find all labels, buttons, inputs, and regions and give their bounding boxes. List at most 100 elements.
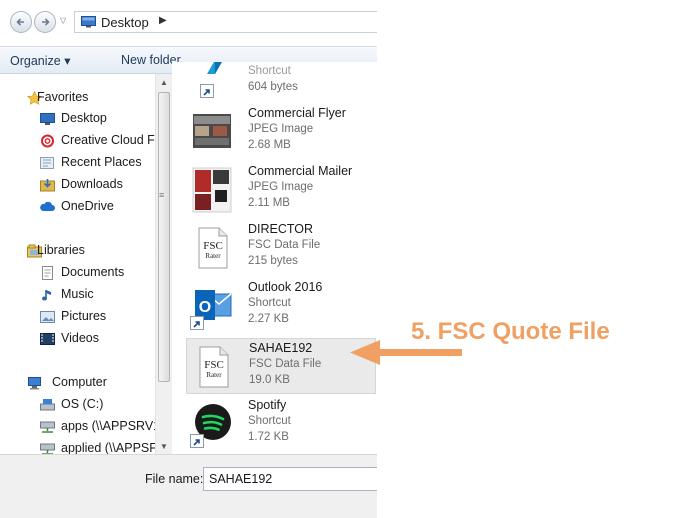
nav-desktop[interactable]: Desktop bbox=[0, 109, 160, 129]
nav-onedrive[interactable]: OneDrive bbox=[0, 197, 160, 217]
file-name: Outlook 2016 bbox=[248, 280, 323, 294]
nav-downloads-label: Downloads bbox=[61, 177, 123, 191]
scroll-down-icon[interactable]: ▼ bbox=[160, 442, 168, 451]
shortcut-arrow-icon bbox=[190, 316, 204, 330]
fsc-rater-file-icon: FSC Rater bbox=[199, 346, 229, 388]
svg-text:FSC: FSC bbox=[203, 240, 223, 252]
file-item-director[interactable]: FSC Rater DIRECTOR FSC Data File 215 byt… bbox=[186, 220, 376, 276]
file-type: Shortcut bbox=[248, 65, 291, 77]
file-name-input[interactable] bbox=[203, 467, 377, 491]
creative-cloud-icon bbox=[41, 134, 54, 148]
nav-creative-cloud-label: Creative Cloud Fi bbox=[61, 133, 158, 147]
file-size: 2.27 KB bbox=[248, 313, 289, 325]
documents-icon bbox=[42, 266, 53, 280]
svg-text:O: O bbox=[199, 299, 211, 316]
file-name: Spotify bbox=[248, 398, 287, 412]
desktop-icon bbox=[40, 113, 55, 125]
scrollbar-grip-icon: ≡ bbox=[159, 190, 165, 200]
nav-recent-places-label: Recent Places bbox=[61, 155, 142, 169]
file-type: FSC Data File bbox=[249, 358, 322, 370]
nav-creative-cloud[interactable]: Creative Cloud Fi bbox=[0, 131, 160, 151]
file-name: Commercial Flyer bbox=[248, 106, 346, 120]
svg-text:Rater: Rater bbox=[205, 252, 221, 260]
file-name-label: File name: bbox=[145, 472, 204, 486]
address-bar: ▽ Desktop ▶ bbox=[0, 0, 377, 46]
file-size: 604 bytes bbox=[248, 81, 298, 93]
nav-music[interactable]: Music bbox=[0, 285, 160, 305]
file-item-spotify[interactable]: Spotify Shortcut 1.72 KB bbox=[186, 396, 376, 452]
scrollbar-thumb[interactable] bbox=[158, 92, 170, 382]
back-arrow-icon bbox=[16, 18, 24, 26]
file-item-commercial-mailer[interactable]: Commercial Mailer JPEG Image 2.11 MB bbox=[186, 162, 376, 218]
breadcrumb[interactable]: Desktop ▶ bbox=[74, 11, 377, 33]
nav-pictures[interactable]: Pictures bbox=[0, 307, 160, 327]
file-type: FSC Data File bbox=[248, 239, 321, 251]
nav-os-c[interactable]: OS (C:) bbox=[0, 395, 160, 415]
file-size: 1.72 KB bbox=[248, 431, 289, 443]
organize-button[interactable]: Organize ▾ bbox=[10, 53, 70, 68]
nav-downloads[interactable]: Downloads bbox=[0, 175, 160, 195]
pictures-icon bbox=[40, 311, 55, 323]
nav-computer-label: Computer bbox=[52, 375, 107, 389]
nav-libraries[interactable]: Libraries bbox=[0, 241, 160, 261]
file-type: Shortcut bbox=[248, 297, 291, 309]
file-item-outlook-2016[interactable]: O Outlook 2016 Shortcut 2.27 KB bbox=[186, 278, 376, 334]
file-item-shortcut[interactable]: Shortcut 604 bytes bbox=[186, 62, 376, 102]
jpeg-thumbnail-icon bbox=[193, 114, 231, 148]
nav-os-c-label: OS (C:) bbox=[61, 397, 104, 411]
file-type: JPEG Image bbox=[248, 181, 314, 193]
file-size: 2.11 MB bbox=[248, 197, 290, 209]
forward-arrow-icon bbox=[42, 18, 50, 26]
drive-icon bbox=[40, 399, 55, 411]
file-type: JPEG Image bbox=[248, 123, 314, 135]
nav-videos-label: Videos bbox=[61, 331, 99, 345]
desktop-icon bbox=[81, 16, 96, 28]
file-name: Commercial Mailer bbox=[248, 164, 353, 178]
annotation-label: 5. FSC Quote File bbox=[411, 318, 610, 345]
file-size: 2.68 MB bbox=[248, 139, 291, 151]
file-name: SAHAE192 bbox=[249, 341, 313, 355]
nav-music-label: Music bbox=[61, 287, 94, 301]
computer-icon bbox=[28, 377, 41, 390]
shortcut-arrow-icon bbox=[190, 434, 204, 448]
open-file-dialog: ▽ Desktop ▶ Organize ▾ New folder Favori… bbox=[0, 0, 377, 518]
file-type: Shortcut bbox=[248, 415, 291, 427]
file-item-commercial-flyer[interactable]: Commercial Flyer JPEG Image 2.68 MB bbox=[186, 104, 376, 160]
onedrive-cloud-icon bbox=[40, 201, 55, 211]
back-button[interactable] bbox=[10, 11, 32, 33]
navigation-scrollbar[interactable]: ▲ ≡ ▼ bbox=[155, 74, 172, 454]
downloads-icon bbox=[40, 179, 55, 192]
scroll-up-icon[interactable]: ▲ bbox=[160, 78, 168, 87]
nav-apps-label: apps (\\APPSRV1 bbox=[61, 419, 160, 433]
file-name-bar: File name: bbox=[0, 454, 377, 518]
file-name: DIRECTOR bbox=[248, 222, 314, 236]
nav-favorites[interactable]: Favorites bbox=[0, 88, 160, 108]
nav-videos[interactable]: Videos bbox=[0, 329, 160, 349]
videos-icon bbox=[40, 333, 55, 345]
music-note-icon bbox=[42, 290, 51, 301]
forward-button[interactable] bbox=[34, 11, 56, 33]
nav-documents[interactable]: Documents bbox=[0, 263, 160, 283]
breadcrumb-chevron-icon[interactable]: ▶ bbox=[159, 15, 167, 26]
nav-computer[interactable]: Computer bbox=[0, 373, 160, 393]
nav-applied-label: applied (\\APPSF bbox=[61, 441, 157, 455]
file-size: 19.0 KB bbox=[249, 374, 290, 386]
nav-recent-places[interactable]: Recent Places bbox=[0, 153, 160, 173]
shortcut-arrow-icon bbox=[200, 84, 214, 98]
nav-onedrive-label: OneDrive bbox=[61, 199, 114, 213]
file-list: Shortcut 604 bytes Commercial Flyer JPEG… bbox=[172, 62, 377, 454]
recent-locations-dropdown-icon[interactable]: ▽ bbox=[60, 16, 66, 25]
navigation-pane: Favorites Desktop Creative Cloud Fi Rece… bbox=[0, 74, 170, 455]
network-drive-icon bbox=[40, 421, 55, 433]
nav-pictures-label: Pictures bbox=[61, 309, 107, 323]
nav-apps-network-drive[interactable]: apps (\\APPSRV1 bbox=[0, 417, 160, 437]
recent-places-icon bbox=[40, 157, 54, 169]
jpeg-thumbnail-icon bbox=[192, 167, 232, 213]
file-size: 215 bytes bbox=[248, 255, 298, 267]
breadcrumb-desktop[interactable]: Desktop bbox=[101, 15, 149, 30]
nav-libraries-label: Libraries bbox=[37, 243, 85, 257]
svg-text:Rater: Rater bbox=[206, 371, 222, 379]
svg-text:FSC: FSC bbox=[204, 359, 224, 371]
nav-favorites-label: Favorites bbox=[37, 90, 89, 104]
nav-documents-label: Documents bbox=[61, 265, 125, 279]
